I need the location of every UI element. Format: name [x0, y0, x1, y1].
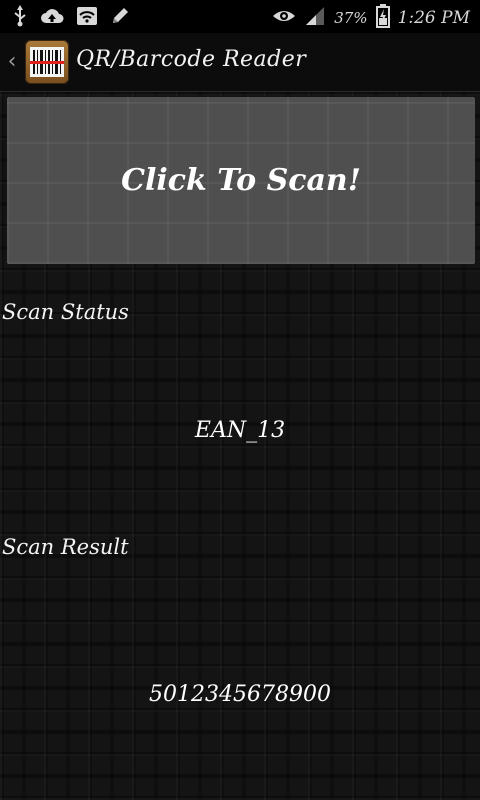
scan-button-label: Click To Scan! [121, 163, 361, 198]
app-title: QR/Barcode Reader [76, 47, 307, 72]
action-bar: ‹ QR/Barcode Reader [0, 33, 480, 92]
scan-result-label: Scan Result [2, 535, 129, 559]
scan-status-label: Scan Status [2, 300, 129, 324]
usb-icon [12, 5, 28, 31]
signal-icon [304, 5, 326, 31]
app-icon[interactable] [25, 40, 69, 84]
battery-percent: 37% [334, 9, 368, 27]
pencil-icon [110, 6, 130, 30]
battery-icon [375, 4, 390, 32]
eye-icon [272, 7, 296, 29]
scan-result-value: 5012345678900 [149, 682, 331, 707]
status-bar-system: 37% 1:26 PM [272, 4, 470, 32]
status-bar-notifications [12, 5, 130, 31]
barcode-icon [30, 47, 64, 77]
click-to-scan-button[interactable]: Click To Scan! [7, 97, 475, 264]
cloud-upload-icon [40, 6, 64, 30]
clock: 1:26 PM [397, 8, 470, 28]
scan-status-value: EAN_13 [194, 418, 286, 443]
back-chevron-icon[interactable]: ‹ [4, 49, 20, 75]
wifi-icon [76, 6, 98, 30]
status-bar: 37% 1:26 PM [0, 0, 480, 33]
